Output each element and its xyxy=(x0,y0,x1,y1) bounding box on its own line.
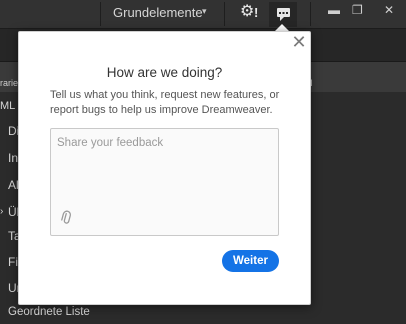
chevron-down-icon[interactable]: ▾ xyxy=(202,6,207,17)
paperclip-icon[interactable] xyxy=(56,208,78,230)
feedback-textarea[interactable]: Share your feedback xyxy=(50,128,279,236)
minimize-icon[interactable]: ▬ xyxy=(328,3,340,17)
alert-icon: ! xyxy=(254,5,259,20)
toolbar-divider xyxy=(310,2,311,26)
list-item[interactable]: Geordnete Liste xyxy=(8,306,90,318)
expand-arrow-icon: › xyxy=(0,206,4,217)
application-bar: Grundelemente ▾ ⚙ ! ▬ ❐ ✕ xyxy=(0,0,406,29)
popup-title: How are we doing? xyxy=(106,65,223,80)
feedback-placeholder: Share your feedback xyxy=(57,137,164,149)
list-item[interactable]: In xyxy=(8,151,18,165)
toolbar-divider xyxy=(224,2,225,26)
restore-icon[interactable]: ❐ xyxy=(352,3,363,17)
panel-category-label[interactable]: ML xyxy=(0,100,15,112)
gear-icon[interactable]: ⚙ xyxy=(240,3,254,21)
submit-button[interactable]: Weiter xyxy=(222,250,279,272)
workspace-switcher[interactable]: Grundelemente xyxy=(113,5,203,20)
close-icon[interactable]: ✕ xyxy=(291,33,307,51)
list-item[interactable]: Fi xyxy=(8,255,18,269)
close-window-icon[interactable]: ✕ xyxy=(384,3,394,17)
panel-tab-label[interactable]: rarie xyxy=(0,78,18,88)
popup-description: Tell us what you think, request new feat… xyxy=(50,89,280,116)
toolbar-divider xyxy=(100,2,101,26)
feedback-popup: ✕ How are we doing? Tell us what you thi… xyxy=(18,31,311,305)
